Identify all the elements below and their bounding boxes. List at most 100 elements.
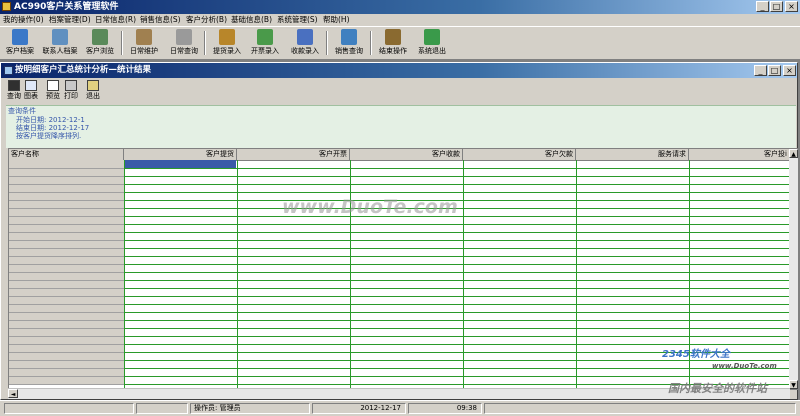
child-close-button[interactable]: × <box>783 65 796 76</box>
child-maximize-button[interactable]: □ <box>768 65 781 76</box>
grid-indicator-line <box>9 192 124 193</box>
close-button[interactable]: × <box>785 1 798 12</box>
grid-column-line <box>237 160 238 389</box>
menu-system[interactable]: 系统管理(S) <box>277 15 318 25</box>
grid-row-line <box>124 248 797 249</box>
grid-row-line <box>124 168 797 169</box>
grid-row-line <box>124 264 797 265</box>
grid-indicator-line <box>9 208 124 209</box>
menu-my-operations[interactable]: 我的操作(0) <box>3 15 44 25</box>
receipt-entry-label: 收款录入 <box>291 47 319 55</box>
delivery-icon <box>219 29 235 45</box>
menu-daily[interactable]: 日常信息(R) <box>95 15 136 25</box>
grid-indicator-line <box>9 240 124 241</box>
watermark-slogan: 国内最安全的软件站 <box>668 382 767 395</box>
grid-row-line <box>124 312 797 313</box>
scroll-left-arrow-icon[interactable]: ◄ <box>8 389 18 398</box>
grid-column-line <box>463 160 464 389</box>
sort-order-text: 按客户提货降序排列. <box>16 132 82 140</box>
grid-row-line <box>124 208 797 209</box>
grid-indicator-line <box>9 336 124 337</box>
column-header-complaint[interactable]: 客户投i <box>689 149 790 160</box>
grid-row-line <box>124 328 797 329</box>
end-operation-button[interactable]: 结束操作 <box>373 28 413 59</box>
grid-indicator-line <box>9 200 124 201</box>
minimize-button[interactable]: _ <box>756 1 769 12</box>
grid-row-line <box>124 272 797 273</box>
grid-indicator-line <box>9 256 124 257</box>
print-button[interactable]: 打印 <box>60 80 82 102</box>
grid-row-line <box>124 184 797 185</box>
grid-row-line <box>124 200 797 201</box>
grid-indicator-line <box>9 280 124 281</box>
contacts-archive-button[interactable]: 联系人档案 <box>40 28 80 59</box>
exit-icon <box>87 80 99 91</box>
column-header-invoice[interactable]: 客户开票 <box>237 149 350 160</box>
scroll-down-arrow-icon[interactable]: ▼ <box>789 380 798 389</box>
menu-sales[interactable]: 销售信息(S) <box>140 15 181 25</box>
scroll-up-arrow-icon[interactable]: ▲ <box>789 149 798 158</box>
watermark-duote: www.DuoTe.com <box>282 196 458 218</box>
status-pane-extra <box>484 403 796 414</box>
grid-indicator-line <box>9 304 124 305</box>
vertical-scrollbar[interactable]: ▲ ▼ <box>789 149 798 389</box>
grid-indicator-line <box>9 312 124 313</box>
customer-browse-button[interactable]: 客户浏览 <box>80 28 120 59</box>
end-date-text: 结束日期: 2012-12-17 <box>16 124 90 132</box>
chart-icon <box>25 80 37 91</box>
menu-analysis[interactable]: 客户分析(B) <box>186 15 227 25</box>
chart-button[interactable]: 图表 <box>20 80 42 102</box>
selected-cell[interactable] <box>124 160 236 168</box>
sales-query-button[interactable]: 销售查询 <box>329 28 369 59</box>
exit-button[interactable]: 退出 <box>82 80 104 102</box>
start-date-text: 开始日期: 2012-12-1 <box>16 116 85 124</box>
grid-indicator-line <box>9 288 124 289</box>
column-header-customer-name[interactable]: 客户名称 <box>9 149 124 160</box>
receipt-entry-button[interactable]: 收款录入 <box>285 28 325 59</box>
result-window-title: 按明细客户汇总统计分析—统计结果 <box>15 65 152 75</box>
column-header-service[interactable]: 服务请求 <box>576 149 689 160</box>
daily-query-label: 日常查询 <box>170 47 198 55</box>
daily-maintenance-button[interactable]: 日常维护 <box>124 28 164 59</box>
grid-indicator-line <box>9 184 124 185</box>
maintenance-icon <box>136 29 152 45</box>
grid-indicator-line <box>9 328 124 329</box>
menu-bar: 我的操作(0) 档案管理(D) 日常信息(R) 销售信息(S) 客户分析(B) … <box>0 14 800 26</box>
daily-query-button[interactable]: 日常查询 <box>164 28 204 59</box>
customer-archive-button[interactable]: 客户档案 <box>0 28 40 59</box>
grid-column-line <box>124 160 125 389</box>
menu-archive[interactable]: 档案管理(D) <box>49 15 91 25</box>
app-icon <box>2 2 11 11</box>
query-conditions-panel: 查询条件 开始日期: 2012-12-1 结束日期: 2012-12-17 按客… <box>6 105 796 148</box>
grid-row-line <box>124 176 797 177</box>
grid-indicator-line <box>9 384 124 385</box>
column-header-delivery[interactable]: 客户提货 <box>124 149 237 160</box>
grid-indicator-line <box>9 264 124 265</box>
column-header-arrears[interactable]: 客户欠款 <box>463 149 576 160</box>
menu-help[interactable]: 帮助(H) <box>323 15 350 25</box>
grid-indicator-line <box>9 320 124 321</box>
status-pane-empty <box>4 403 134 414</box>
status-time: 09:38 <box>408 403 482 414</box>
grid-column-line <box>576 160 577 389</box>
grid-indicator-line <box>9 376 124 377</box>
system-exit-label: 系统退出 <box>418 47 446 55</box>
exit-icon <box>424 29 440 45</box>
conditions-heading: 查询条件 <box>8 107 36 115</box>
receipt-icon <box>297 29 313 45</box>
browse-icon <box>92 29 108 45</box>
system-exit-button[interactable]: 系统退出 <box>412 28 452 59</box>
grid-indicator-line <box>9 248 124 249</box>
customer-archive-icon <box>12 29 28 45</box>
grid-indicator-line <box>9 344 124 345</box>
invoice-entry-button[interactable]: 开票录入 <box>245 28 285 59</box>
grid-row-line <box>124 304 797 305</box>
status-date: 2012-12-17 <box>312 403 406 414</box>
column-header-receipt[interactable]: 客户收款 <box>350 149 463 160</box>
grid-row-line <box>124 288 797 289</box>
preview-icon <box>47 80 59 91</box>
menu-basic[interactable]: 基础信息(B) <box>231 15 272 25</box>
maximize-button[interactable]: □ <box>770 1 783 12</box>
status-pane-blank <box>136 403 188 414</box>
child-minimize-button[interactable]: _ <box>754 65 767 76</box>
